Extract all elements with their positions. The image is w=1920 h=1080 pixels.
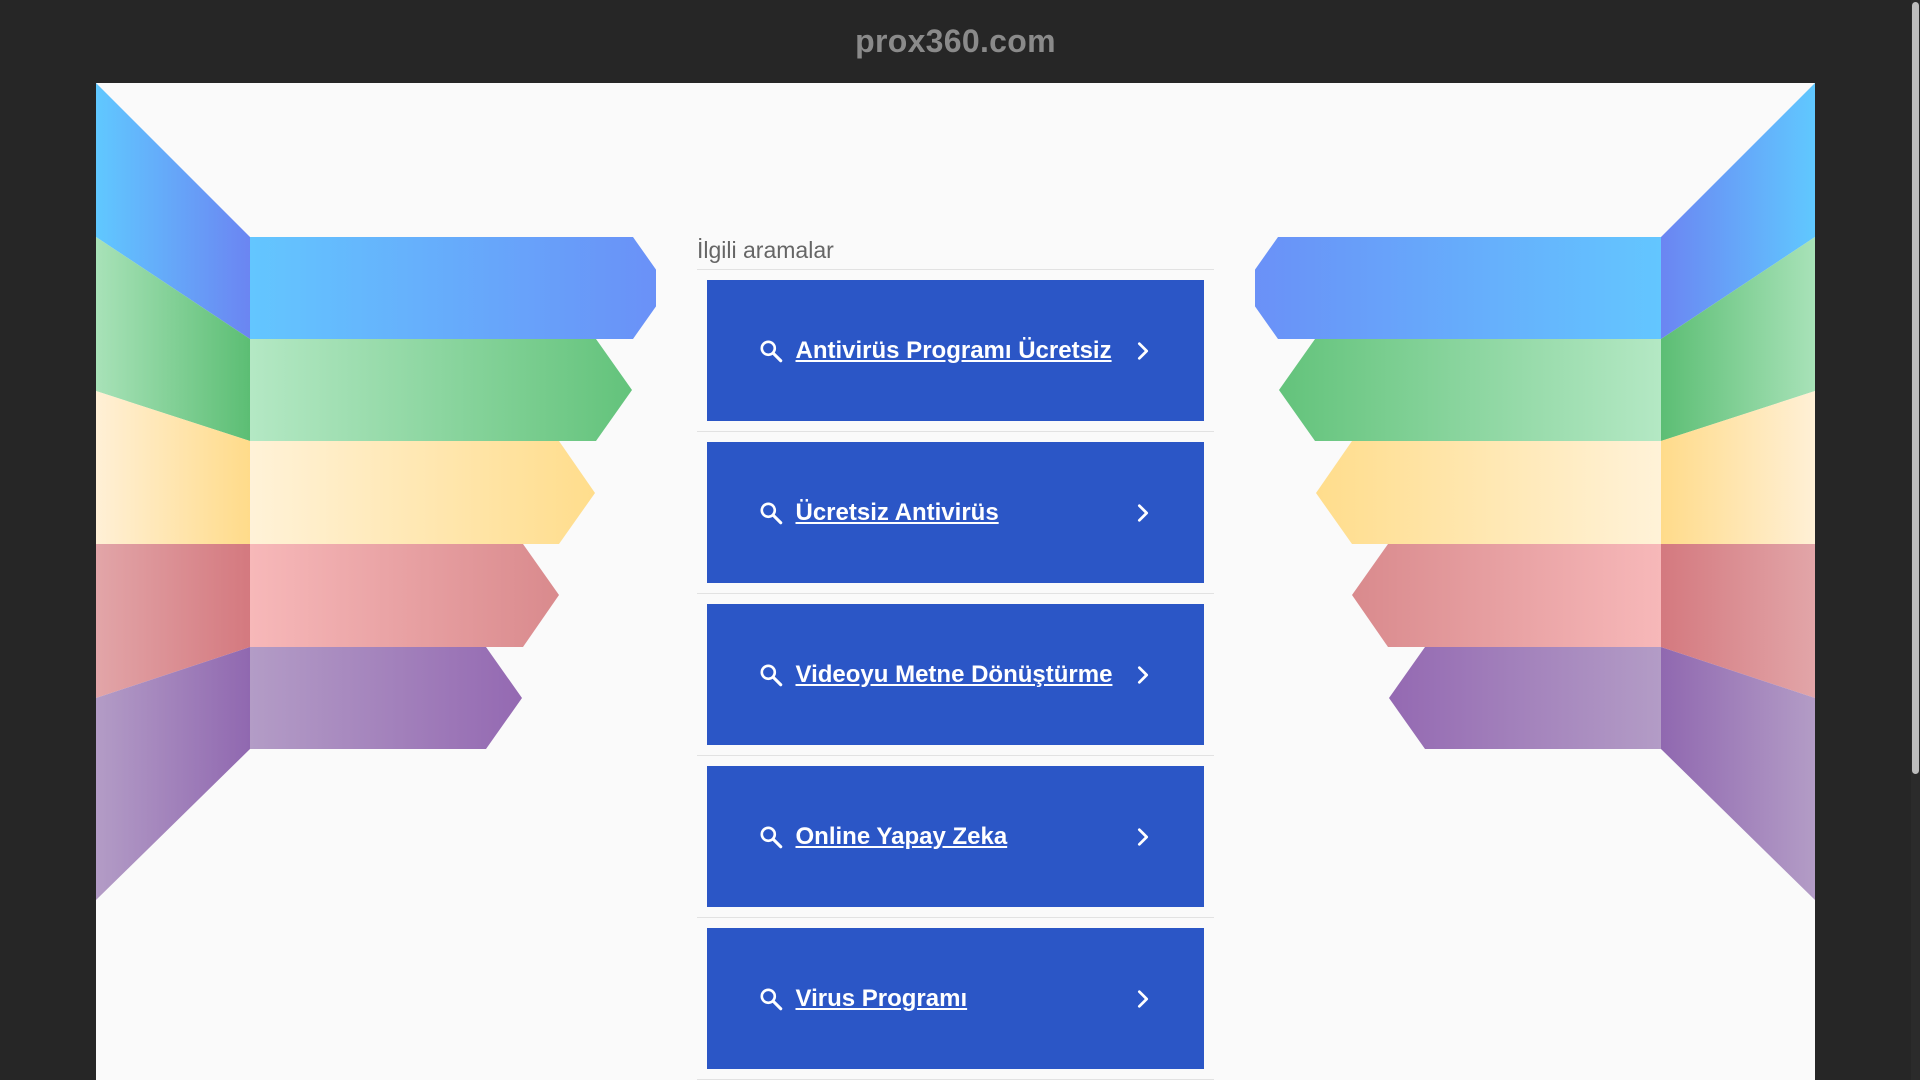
scrollbar-thumb[interactable]	[1912, 2, 1919, 774]
left-decoration	[96, 83, 656, 900]
right-decoration	[1255, 83, 1815, 900]
chevron-right-icon	[1137, 989, 1148, 1008]
site-title[interactable]: prox360.com	[855, 23, 1056, 60]
search-icon	[759, 987, 782, 1010]
related-search-button[interactable]: Videoyu Metne Dönüştürme	[707, 604, 1204, 745]
related-search-button[interactable]: Online Yapay Zeka	[707, 766, 1204, 907]
related-search-label: Virus Programı	[795, 984, 968, 1012]
list-item: Videoyu Metne Dönüştürme	[697, 594, 1214, 756]
scrollbar[interactable]	[1911, 0, 1920, 1080]
main-panel: İlgili aramalar Antivirüs Programı Ücret…	[96, 83, 1815, 1080]
related-search-button[interactable]: Virus Programı	[707, 928, 1204, 1069]
search-icon	[759, 663, 782, 686]
site-header: prox360.com	[0, 0, 1911, 83]
related-searches-header: İlgili aramalar	[697, 231, 1214, 270]
chevron-right-icon	[1137, 827, 1148, 846]
chevron-right-icon	[1137, 503, 1148, 522]
list-item: Antivirüs Programı Ücretsiz	[697, 270, 1214, 432]
related-searches-list: Antivirüs Programı Ücretsiz Ücretsiz Anti…	[697, 270, 1214, 1080]
search-icon	[759, 825, 782, 848]
chevron-right-icon	[1137, 341, 1148, 360]
search-icon	[759, 339, 782, 362]
related-searches: İlgili aramalar Antivirüs Programı Ücret…	[697, 231, 1214, 1080]
related-search-label: Videoyu Metne Dönüştürme	[795, 660, 1113, 688]
related-search-label: Antivirüs Programı Ücretsiz	[795, 336, 1112, 364]
list-item: Virus Programı	[697, 918, 1214, 1080]
search-icon	[759, 501, 782, 524]
list-item: Ücretsiz Antivirüs	[697, 432, 1214, 594]
related-search-label: Ücretsiz Antivirüs	[795, 498, 999, 526]
related-search-button[interactable]: Antivirüs Programı Ücretsiz	[707, 280, 1204, 421]
list-item: Online Yapay Zeka	[697, 756, 1214, 918]
related-search-label: Online Yapay Zeka	[795, 822, 1008, 850]
chevron-right-icon	[1137, 665, 1148, 684]
related-search-button[interactable]: Ücretsiz Antivirüs	[707, 442, 1204, 583]
